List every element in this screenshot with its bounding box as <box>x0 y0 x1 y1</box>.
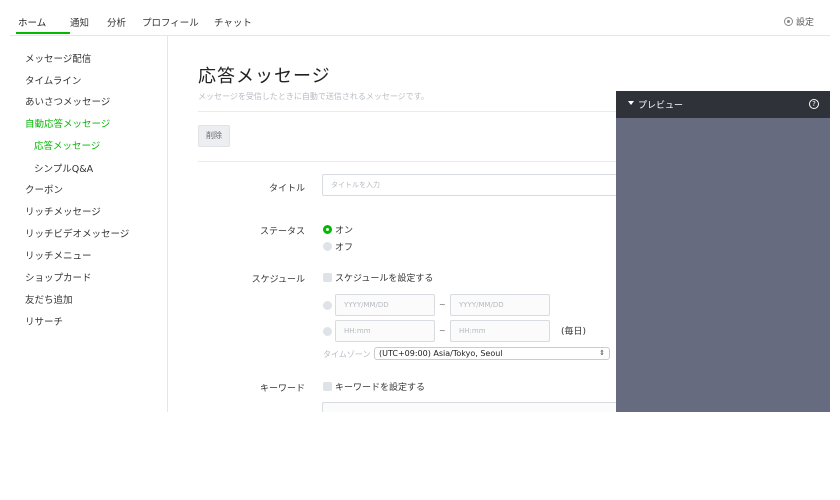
help-icon[interactable]: ? <box>809 99 819 109</box>
page-description: メッセージを受信したときに自動で送信されるメッセージです。 <box>198 92 429 101</box>
keyword-input[interactable] <box>322 402 622 412</box>
sidebar-item-timeline[interactable]: タイムライン <box>25 73 81 87</box>
tab-home[interactable]: ホーム <box>18 15 46 29</box>
preview-title: プレビュー <box>638 101 684 111</box>
sidebar: メッセージ配信 タイムライン あいさつメッセージ 自動応答メッセージ 応答メッセ… <box>10 36 168 412</box>
sidebar-item-message-delivery[interactable]: メッセージ配信 <box>25 51 91 65</box>
sidebar-item-auto-response[interactable]: 自動応答メッセージ <box>25 116 110 130</box>
keyword-checkbox[interactable] <box>323 382 332 391</box>
date-range-separator: ~ <box>439 300 446 309</box>
page-title: 応答メッセージ <box>198 66 331 87</box>
tab-notifications[interactable]: 通知 <box>70 15 89 29</box>
schedule-label: スケジュール <box>251 275 305 285</box>
time-from-input[interactable]: HH:mm <box>335 320 435 342</box>
settings-label: 設定 <box>795 18 814 28</box>
timezone-label: タイムゾーン : <box>323 350 376 359</box>
collapse-triangle-icon[interactable] <box>628 101 634 105</box>
delete-button[interactable]: 削除 <box>198 125 230 147</box>
schedule-checkbox-label: スケジュールを設定する <box>335 274 434 284</box>
select-caret-icon: ⇕ <box>599 349 605 357</box>
keyword-checkbox-label: キーワードを設定する <box>335 383 426 393</box>
status-off-label: オフ <box>335 243 354 253</box>
sidebar-item-add-friends[interactable]: 友だち追加 <box>25 292 73 306</box>
sidebar-item-coupon[interactable]: クーポン <box>25 182 63 196</box>
status-off-radio[interactable] <box>323 242 332 251</box>
daily-label: (毎日) <box>561 327 587 337</box>
title-label: タイトル <box>268 184 305 194</box>
tab-chat[interactable]: チャット <box>214 15 252 29</box>
schedule-checkbox[interactable] <box>323 273 332 282</box>
settings-link[interactable]: 設定 <box>783 15 814 28</box>
date-from-input[interactable]: YYYY/MM/DD <box>335 294 435 316</box>
sidebar-item-simple-qa[interactable]: シンプルQ&A <box>34 161 93 175</box>
sidebar-item-rich-menu[interactable]: リッチメニュー <box>25 248 92 262</box>
sidebar-item-rich-video-message[interactable]: リッチビデオメッセージ <box>25 226 129 240</box>
sidebar-item-greeting-message[interactable]: あいさつメッセージ <box>25 94 110 108</box>
keyword-label: キーワード <box>259 384 305 394</box>
timezone-select[interactable]: (UTC+09:00) Asia/Tokyo, Seoul ⇕ <box>374 347 610 360</box>
preview-header[interactable]: プレビュー ? <box>616 91 830 118</box>
schedule-time-radio[interactable] <box>323 327 332 336</box>
timezone-value: (UTC+09:00) Asia/Tokyo, Seoul <box>379 349 503 358</box>
sidebar-item-shop-card[interactable]: ショップカード <box>25 270 92 284</box>
sidebar-item-response-message[interactable]: 応答メッセージ <box>34 138 100 152</box>
time-to-input[interactable]: HH:mm <box>450 320 550 342</box>
date-to-input[interactable]: YYYY/MM/DD <box>450 294 550 316</box>
tab-profile[interactable]: プロフィール <box>142 15 199 29</box>
gear-icon <box>783 17 793 26</box>
preview-panel: プレビュー ? <box>616 91 830 412</box>
sidebar-item-rich-message[interactable]: リッチメッセージ <box>25 204 101 218</box>
app-window: ホーム 通知 分析 プロフィール チャット 設定 メッセージ配信 タイムライン … <box>10 0 830 412</box>
toolbar-divider <box>198 161 618 162</box>
active-tab-indicator <box>16 32 70 34</box>
status-on-radio[interactable] <box>323 225 332 234</box>
title-input[interactable]: タイトルを入力 <box>322 174 622 196</box>
time-range-separator: ~ <box>439 326 446 335</box>
tab-analytics[interactable]: 分析 <box>107 15 126 29</box>
status-on-label: オン <box>335 226 354 236</box>
title-divider <box>198 111 618 112</box>
top-nav: ホーム 通知 分析 プロフィール チャット 設定 <box>10 0 830 36</box>
status-label: ステータス <box>259 227 305 237</box>
schedule-date-radio[interactable] <box>323 301 332 310</box>
sidebar-item-research[interactable]: リサーチ <box>25 314 63 328</box>
